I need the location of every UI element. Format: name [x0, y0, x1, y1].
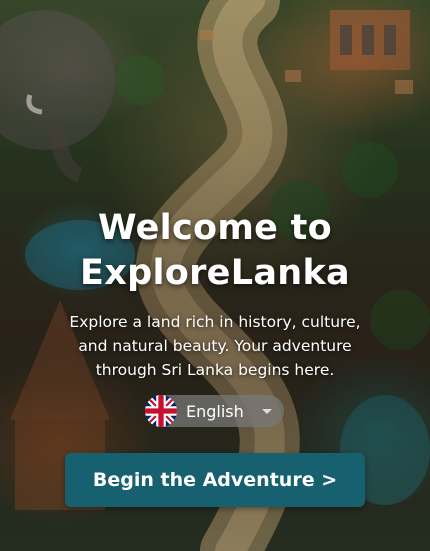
intro-text: Explore a land rich in history, culture,… — [69, 313, 361, 379]
language-label: English — [186, 401, 244, 421]
title-line-1: Welcome to — [97, 208, 333, 248]
language-selector[interactable]: English — [145, 395, 284, 427]
begin-adventure-button[interactable]: Begin the Adventure > — [65, 453, 365, 507]
page-title: Welcome to ExploreLanka — [0, 206, 430, 296]
caret-down-icon — [262, 408, 272, 414]
welcome-screen: Welcome to ExploreLanka Explore a land r… — [0, 0, 430, 551]
title-line-2: ExploreLanka — [80, 253, 350, 293]
uk-flag-icon — [145, 395, 177, 427]
